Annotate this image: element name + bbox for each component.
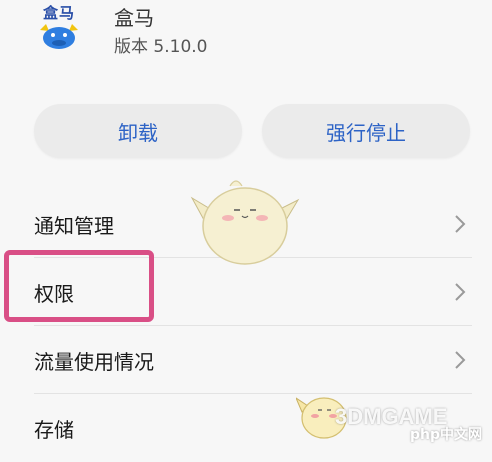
uninstall-button[interactable]: 卸载 <box>34 104 242 158</box>
settings-item-label: 通知管理 <box>34 213 114 238</box>
settings-item-label: 存储 <box>34 417 74 442</box>
watermark-secondary-text: php中文网 <box>410 427 483 443</box>
chevron-right-icon <box>455 283 466 301</box>
app-header: 盒马 盒马 版本 5.10.0 <box>0 0 492 90</box>
hippo-logo-icon <box>40 24 78 49</box>
mascot-sticker-icon <box>190 180 300 265</box>
app-version: 版本 5.10.0 <box>114 37 208 57</box>
settings-item-data-usage[interactable]: 流量使用情况 <box>0 326 492 394</box>
app-icon: 盒马 <box>34 2 84 58</box>
app-name: 盒马 <box>114 6 154 30</box>
chevron-right-icon <box>455 351 466 369</box>
highlight-annotation-box <box>4 250 154 322</box>
app-icon-logo-text: 盒马 <box>42 4 75 22</box>
chevron-right-icon <box>455 215 466 233</box>
force-stop-button[interactable]: 强行停止 <box>262 104 470 158</box>
settings-item-label: 流量使用情况 <box>34 349 154 374</box>
